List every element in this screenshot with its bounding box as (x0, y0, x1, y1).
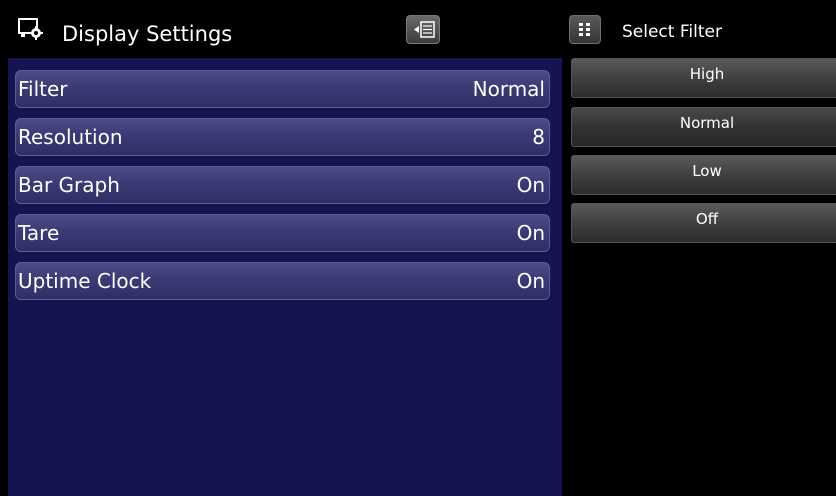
setting-label: Filter (18, 77, 68, 101)
display-settings-icon (18, 18, 44, 40)
setting-value: On (516, 221, 545, 245)
setting-row-tare[interactable]: Tare On (15, 214, 550, 252)
page-title: Display Settings (62, 22, 233, 46)
setting-row-filter[interactable]: Filter Normal (15, 70, 550, 108)
screen: Display Settings Filter Normal Resolutio… (0, 0, 836, 496)
setting-row-resolution[interactable]: Resolution 8 (15, 118, 550, 156)
settings-list: Filter Normal Resolution 8 Bar Graph On … (8, 58, 562, 496)
filter-option-low[interactable]: Low (571, 155, 836, 195)
setting-label: Uptime Clock (18, 269, 152, 293)
select-filter-title: Select Filter (622, 22, 722, 42)
setting-label: Bar Graph (18, 173, 120, 197)
setting-value: Normal (472, 77, 545, 101)
filter-option-off[interactable]: Off (571, 203, 836, 243)
filter-option-normal[interactable]: Normal (571, 107, 836, 147)
grid-dots-icon (579, 23, 590, 36)
grid-menu-button[interactable] (569, 15, 601, 44)
collapse-menu-icon (414, 21, 435, 38)
display-settings-panel: Display Settings Filter Normal Resolutio… (8, 0, 562, 496)
setting-value: On (516, 173, 545, 197)
collapse-menu-button[interactable] (406, 15, 440, 44)
setting-value: On (516, 269, 545, 293)
display-settings-header: Display Settings (8, 0, 562, 58)
setting-label: Tare (18, 221, 60, 245)
setting-row-uptime-clock[interactable]: Uptime Clock On (15, 262, 550, 300)
select-filter-panel: Select Filter High Normal Low Off (566, 0, 836, 496)
setting-label: Resolution (18, 125, 123, 149)
setting-value: 8 (532, 125, 545, 149)
filter-option-high[interactable]: High (571, 58, 836, 98)
select-filter-header: Select Filter (566, 0, 836, 58)
setting-row-bar-graph[interactable]: Bar Graph On (15, 166, 550, 204)
